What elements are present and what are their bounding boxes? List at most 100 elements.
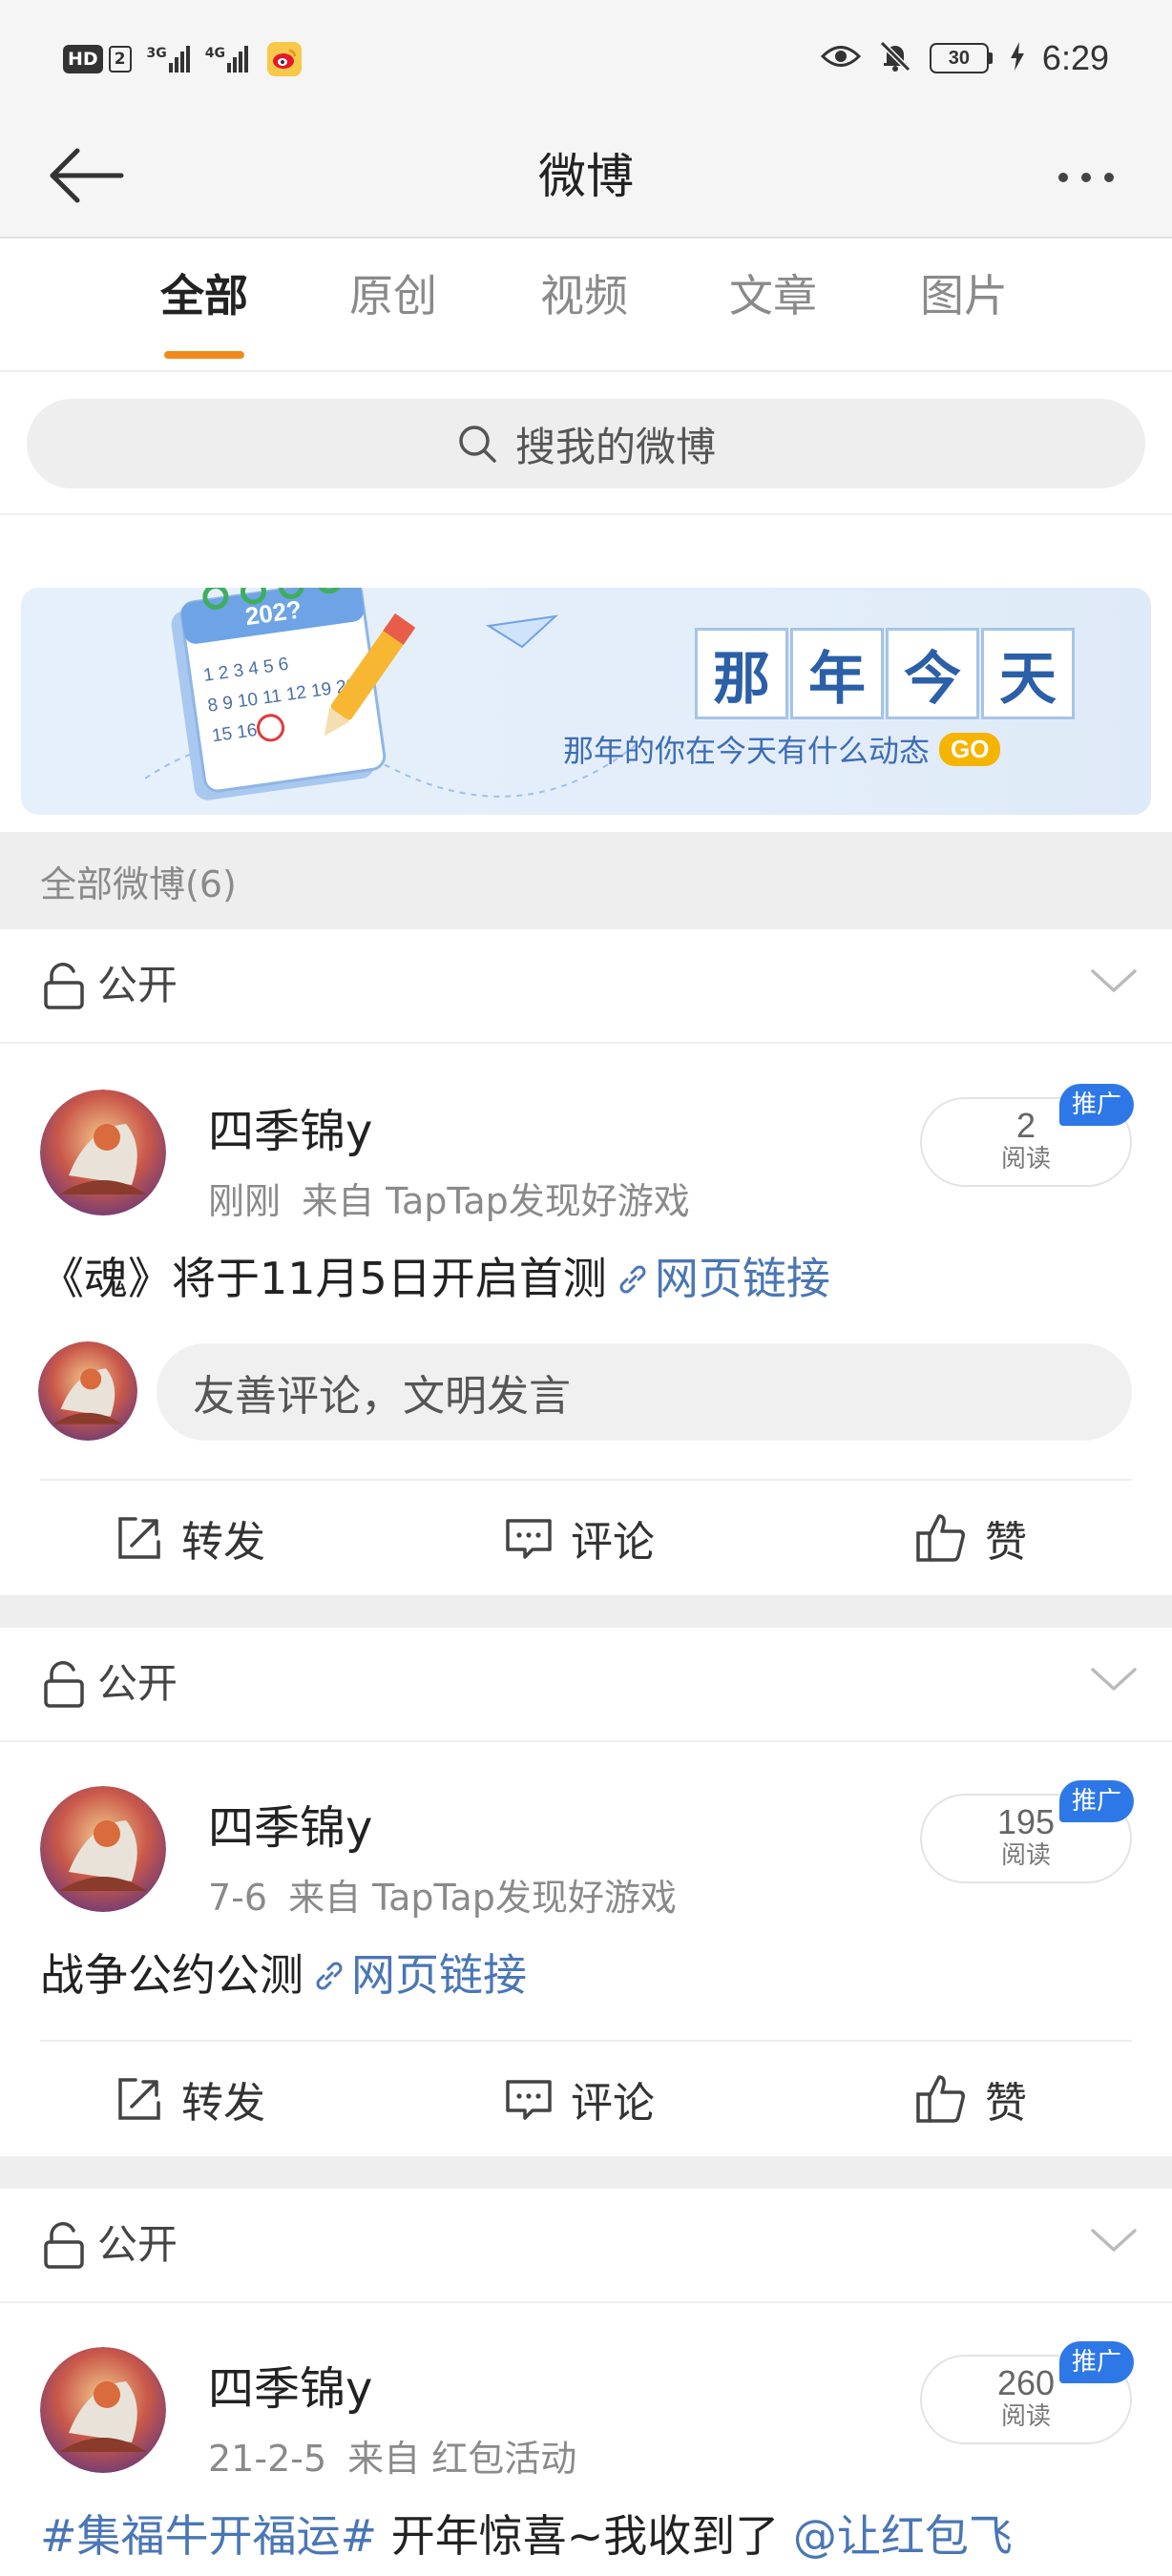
unlock-icon — [44, 963, 84, 1009]
status-left: HD 2 3G 4G — [63, 38, 302, 80]
calendar-illustration: 202? 1 2 3 4 5 6 8 9 10 11 12 19 20 15 1… — [145, 588, 641, 800]
title-char: 那 — [695, 628, 788, 719]
post-action-bar: 转发 评论 赞 — [40, 2040, 1132, 2156]
charging-icon — [1010, 42, 1025, 74]
post-source[interactable]: 来自 TapTap发现好游戏 — [302, 1180, 690, 1222]
filter-tabs: 全部 原创 视频 文章 图片 — [0, 239, 1172, 372]
on-this-day-title: 那 年 今 天 — [695, 628, 1077, 719]
top-nav-bar: 微博 — [0, 114, 1172, 239]
like-button[interactable]: 赞 — [914, 2070, 1027, 2128]
search-input[interactable]: 搜我的微博 — [27, 399, 1145, 488]
visibility-row[interactable]: 公开 — [0, 2189, 1172, 2303]
post-text[interactable]: #集福牛开福运# 开年惊喜~我收到了 @让红包飞 — [40, 2505, 1013, 2566]
post-time: 刚刚 — [208, 1180, 282, 1222]
comment-input[interactable]: 友善评论，文明发言 — [157, 1343, 1132, 1441]
on-this-day-banner[interactable]: 202? 1 2 3 4 5 6 8 9 10 11 12 19 20 15 1… — [21, 588, 1151, 815]
search-placeholder: 搜我的微博 — [514, 423, 716, 470]
go-button[interactable]: GO — [939, 732, 1001, 766]
web-link[interactable]: 网页链接 — [655, 1253, 830, 1304]
comment-button[interactable]: 评论 — [504, 2070, 655, 2128]
repost-icon — [118, 2078, 160, 2120]
tab-article[interactable]: 文章 — [716, 267, 830, 324]
weibo-notification-icon — [267, 42, 302, 76]
avatar[interactable] — [40, 1786, 166, 1912]
thumbs-up-icon — [916, 1514, 965, 1562]
read-label: 阅读 — [1000, 1145, 1051, 1174]
tab-picture[interactable]: 图片 — [907, 267, 1021, 324]
visibility-label: 公开 — [97, 1660, 178, 1707]
title-char: 年 — [790, 628, 884, 719]
more-dots-icon — [1058, 173, 1068, 182]
author-name[interactable]: 四季锦y — [208, 1103, 372, 1160]
visibility-row[interactable]: 公开 — [0, 1628, 1172, 1742]
chevron-down-icon[interactable] — [1090, 1666, 1138, 1694]
section-header: 全部微博(6) — [0, 832, 1172, 929]
read-label: 阅读 — [1000, 1841, 1051, 1870]
battery-icon: 30 — [929, 43, 993, 73]
post-divider — [0, 1595, 1172, 1628]
network-type-label: 3G — [146, 46, 167, 61]
repost-icon — [118, 1517, 160, 1559]
search-section: 搜我的微博 — [0, 372, 1172, 515]
unlock-icon — [44, 2222, 84, 2269]
comment-label: 评论 — [571, 1518, 655, 1567]
visibility-label: 公开 — [97, 962, 178, 1008]
unlock-icon — [44, 1661, 84, 1708]
like-label: 赞 — [985, 2079, 1027, 2128]
eye-comfort-icon — [820, 42, 862, 74]
signal-3g-icon: 3G — [147, 46, 190, 73]
visibility-row[interactable]: 公开 — [0, 929, 1172, 1044]
repost-label: 转发 — [181, 1518, 265, 1567]
chevron-down-icon[interactable] — [1090, 2227, 1138, 2255]
all-posts-count: 全部微博(6) — [40, 863, 237, 905]
avatar[interactable] — [40, 2347, 166, 2473]
post-text[interactable]: 战争公约公测 网页链接 — [40, 1944, 527, 2005]
signal-4g-icon: 4G — [205, 46, 248, 73]
promote-badge[interactable]: 推广 — [1059, 1780, 1134, 1822]
promote-badge[interactable]: 推广 — [1059, 1084, 1134, 1126]
avatar[interactable] — [40, 1090, 166, 1215]
status-right: 30 6:29 — [820, 34, 1109, 82]
post-meta: 21-2-5 来自 红包活动 — [208, 2435, 576, 2483]
author-name[interactable]: 四季锦y — [208, 1799, 372, 1857]
post-time: 21-2-5 — [208, 2438, 327, 2480]
status-bar: HD 2 3G 4G 30 6:29 — [0, 0, 1172, 114]
repost-label: 转发 — [181, 2079, 265, 2128]
tab-video[interactable]: 视频 — [527, 267, 641, 324]
mention-link[interactable]: @让红包飞 — [793, 2510, 1013, 2562]
like-button[interactable]: 赞 — [914, 1509, 1027, 1567]
bell-muted-icon — [878, 39, 912, 77]
post-action-bar: 转发 评论 赞 — [40, 1479, 1132, 1595]
read-label: 阅读 — [1000, 2402, 1051, 2431]
author-name[interactable]: 四季锦y — [208, 2360, 372, 2418]
active-tab-indicator — [164, 351, 244, 359]
comment-label: 评论 — [571, 2079, 655, 2128]
post-time: 7-6 — [208, 1877, 268, 1919]
more-options-button[interactable] — [1038, 139, 1134, 216]
sim-badge: 2 — [108, 46, 132, 73]
post-source[interactable]: 来自 TapTap发现好游戏 — [288, 1877, 677, 1919]
search-icon — [459, 426, 496, 463]
thumbs-up-icon — [916, 2075, 965, 2123]
chevron-down-icon[interactable] — [1090, 967, 1138, 996]
banner-subtitle: 那年的你在今天有什么动态 — [563, 733, 931, 769]
comment-icon — [506, 2080, 552, 2120]
hd-voice-icon: HD — [63, 45, 103, 73]
web-link[interactable]: 网页链接 — [351, 1949, 527, 2001]
banner-section: 202? 1 2 3 4 5 6 8 9 10 11 12 19 20 15 1… — [0, 515, 1172, 832]
post-divider — [0, 2156, 1172, 2189]
hashtag-link[interactable]: #集福牛开福运# — [40, 2510, 377, 2562]
tab-original[interactable]: 原创 — [336, 267, 450, 324]
post-text[interactable]: 《魂》将于11月5日开启首测 网页链接 — [40, 1248, 830, 1309]
post-source[interactable]: 来自 红包活动 — [347, 2438, 576, 2480]
network-type-label: 4G — [204, 46, 225, 61]
repost-button[interactable]: 转发 — [115, 1509, 265, 1567]
title-char: 今 — [886, 628, 979, 719]
banner-subtitle-row: 那年的你在今天有什么动态 GO — [563, 727, 1001, 771]
tab-all[interactable]: 全部 — [147, 267, 262, 324]
repost-button[interactable]: 转发 — [115, 2070, 265, 2128]
my-avatar — [38, 1341, 137, 1441]
promote-badge[interactable]: 推广 — [1059, 2341, 1134, 2383]
comment-button[interactable]: 评论 — [504, 1509, 655, 1567]
battery-level: 30 — [929, 43, 989, 73]
